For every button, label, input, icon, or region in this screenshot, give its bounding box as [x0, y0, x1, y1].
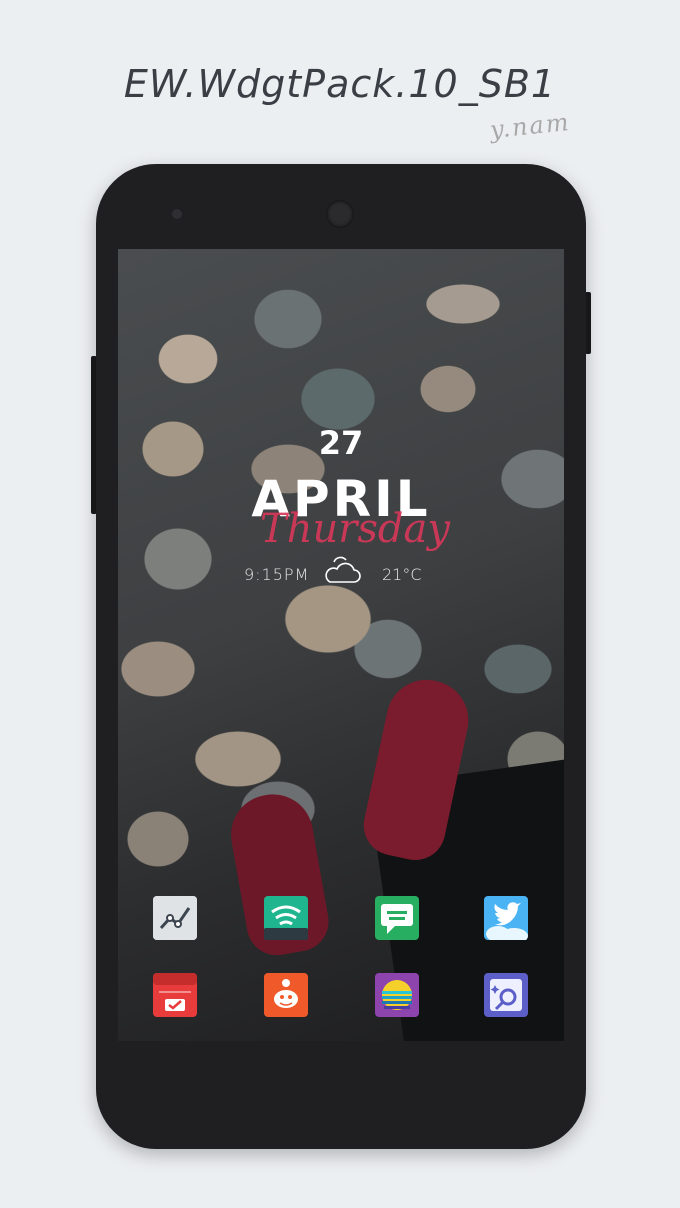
- clock-widget[interactable]: 27 APRIL Thursday 9:15PM 21°C: [118, 420, 564, 600]
- pack-title: EW.WdgtPack.10_SB1: [123, 62, 557, 106]
- reddit-app-icon[interactable]: [264, 973, 308, 1017]
- twitter-app-icon[interactable]: [484, 896, 528, 940]
- whatsapp-app-icon[interactable]: [375, 896, 419, 940]
- calendar-app-icon[interactable]: [153, 973, 197, 1017]
- partly-cloudy-icon: [325, 556, 361, 583]
- stats-app-icon[interactable]: [153, 896, 197, 940]
- widget-temperature: 21°C: [382, 565, 422, 584]
- widget-day-number: 27: [318, 424, 364, 462]
- sunset-app-icon[interactable]: [375, 973, 419, 1017]
- proximity-sensor: [172, 209, 182, 219]
- front-camera: [326, 200, 354, 228]
- widget-weekday: Thursday: [260, 506, 450, 552]
- hotspot-app-icon[interactable]: [264, 896, 308, 940]
- author-signature: y.nam: [488, 107, 572, 145]
- search-app-icon[interactable]: [484, 973, 528, 1017]
- widget-time: 9:15PM: [244, 565, 310, 584]
